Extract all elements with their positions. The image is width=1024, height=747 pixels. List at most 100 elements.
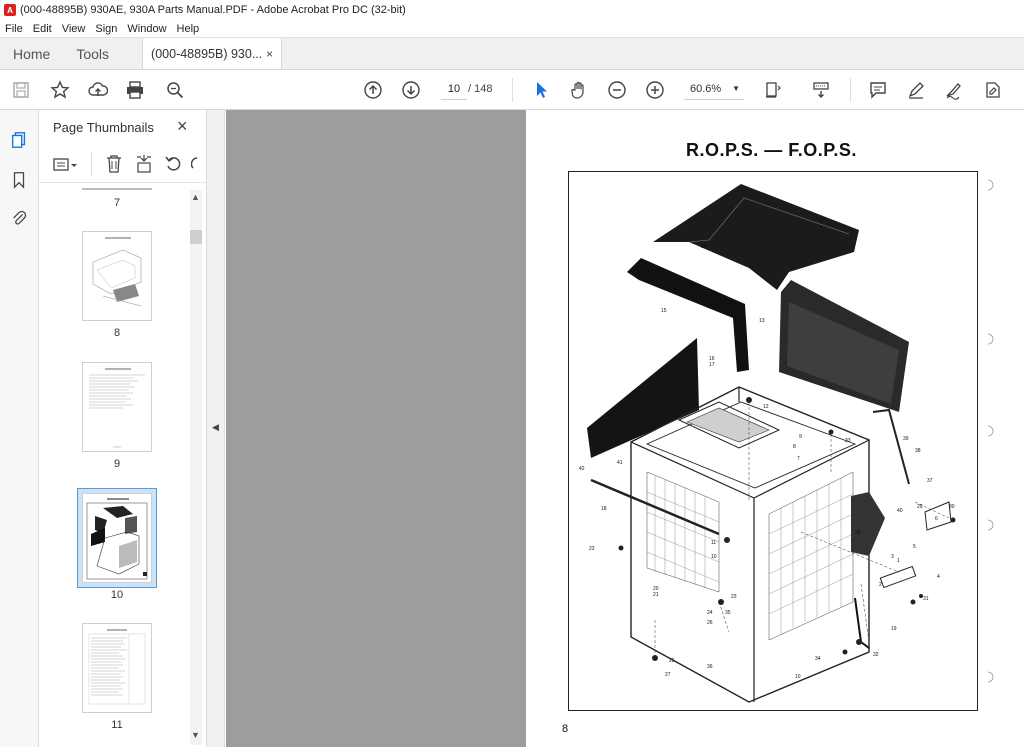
page-fit-icon[interactable] — [762, 79, 784, 101]
thumbnail-page-9[interactable] — [82, 362, 152, 452]
thumbnail-page-8[interactable] — [82, 231, 152, 321]
tab-home[interactable]: Home — [0, 38, 63, 69]
tab-bar: Home Tools (000-48895B) 930... × — [0, 38, 1024, 70]
acrobat-app-icon: A — [4, 4, 16, 16]
page-thumbnails-icon[interactable] — [9, 130, 29, 150]
thumbnail-page-7[interactable] — [82, 188, 152, 190]
callout-label: 8 — [793, 444, 796, 450]
thumbnail-page-10[interactable] — [82, 493, 152, 583]
menu-file[interactable]: File — [5, 23, 23, 35]
thumbnail-options-icon[interactable] — [53, 156, 79, 174]
callout-label: 30 — [949, 504, 955, 510]
callout-label: 7 — [797, 456, 800, 462]
previous-page-icon[interactable] — [362, 79, 384, 101]
scroll-mode-icon[interactable] — [810, 79, 832, 101]
tab-document[interactable]: (000-48895B) 930... × — [142, 38, 283, 69]
highlight-pen-icon[interactable] — [905, 79, 927, 101]
panel-divider — [39, 182, 207, 183]
callout-label: 42 — [579, 466, 585, 472]
callout-label: 12 — [763, 404, 769, 410]
menu-view[interactable]: View — [62, 23, 86, 35]
comment-icon[interactable] — [867, 79, 889, 101]
callout-label: 34 — [815, 656, 821, 662]
zoom-search-icon[interactable] — [164, 79, 186, 101]
sign-icon[interactable] — [943, 79, 965, 101]
rotate-counterclockwise-icon[interactable] — [165, 154, 183, 174]
print-icon[interactable] — [124, 79, 146, 101]
callout-label: 4 — [937, 574, 940, 580]
next-page-icon[interactable] — [400, 79, 422, 101]
thumbnail-page-11[interactable] — [82, 623, 152, 713]
toolbar-divider — [850, 78, 851, 102]
attachment-icon[interactable] — [9, 208, 29, 228]
callout-label: 13 — [759, 318, 765, 324]
rotate-clockwise-icon[interactable] — [191, 154, 199, 174]
callout-label: 39 — [903, 436, 909, 442]
callout-label: 11 — [711, 540, 716, 546]
menu-sign[interactable]: Sign — [95, 23, 117, 35]
callout-label: 33 — [845, 438, 851, 444]
thumbnail-toolbar — [49, 150, 199, 180]
hand-tool-icon[interactable] — [568, 79, 590, 101]
callout-label: 3 — [891, 554, 894, 560]
page-thumbnails-panel: Page Thumbnails × 7 8 9 10 11 ▲ ▼ — [39, 110, 207, 747]
menu-bar: File Edit View Sign Window Help — [0, 20, 1024, 38]
callout-label: 23 — [731, 594, 737, 600]
select-cursor-icon[interactable] — [530, 79, 552, 101]
callout-label: 38 — [915, 448, 921, 454]
menu-edit[interactable]: Edit — [33, 23, 52, 35]
callout-label: 32 — [873, 652, 879, 658]
callout-label: 15 — [661, 308, 667, 314]
bookmark-icon[interactable] — [9, 170, 29, 190]
callout-label: 14 — [701, 244, 707, 250]
tab-tools[interactable]: Tools — [63, 38, 122, 69]
menu-help[interactable]: Help — [177, 23, 200, 35]
scrollbar-track[interactable] — [190, 190, 202, 745]
star-bookmark-icon[interactable] — [49, 79, 71, 101]
callout-label: 40 — [897, 508, 903, 514]
delete-page-icon[interactable] — [105, 154, 123, 174]
callout-label: 19 — [891, 626, 897, 632]
zoom-out-icon[interactable] — [606, 79, 628, 101]
callout-label: 6 — [935, 516, 938, 522]
callout-label: 29 — [917, 504, 923, 510]
callout-label: 18 — [601, 506, 607, 512]
toolbar-divider — [512, 78, 513, 102]
main-toolbar: 10 / 148 60.6% ▼ — [0, 70, 1024, 110]
window-title: (000-48895B) 930AE, 930A Parts Manual.PD… — [20, 4, 406, 16]
callout-label: 35 — [725, 610, 731, 616]
page-number-input[interactable]: 10 — [441, 78, 467, 100]
save-icon[interactable] — [10, 79, 32, 101]
panel-title: Page Thumbnails — [53, 120, 154, 135]
callout-label: 41 — [617, 460, 623, 466]
thumbnail-label: 7 — [113, 197, 121, 209]
callout-label: 17 — [709, 362, 715, 368]
tab-close-icon[interactable]: × — [266, 47, 273, 61]
document-canvas[interactable]: R.O.P.S. — F.O.P.S. 14 15 13 16 17 12 9 … — [226, 110, 1024, 747]
callout-label: 26 — [707, 620, 713, 626]
insert-page-icon[interactable] — [135, 154, 153, 174]
cloud-upload-icon[interactable] — [87, 79, 109, 101]
zoom-in-icon[interactable] — [644, 79, 666, 101]
close-panel-icon[interactable]: × — [177, 116, 188, 137]
callout-label: 9 — [799, 434, 802, 440]
menu-window[interactable]: Window — [127, 23, 166, 35]
callout-label: 37 — [927, 478, 933, 484]
thumbnail-label: 10 — [110, 589, 124, 601]
pdf-page: R.O.P.S. — F.O.P.S. 14 15 13 16 17 12 9 … — [526, 110, 1024, 747]
zoom-level-dropdown[interactable]: 60.6% ▼ — [684, 78, 744, 100]
diagram-frame: 14 15 13 16 17 12 9 8 7 33 39 38 37 42 4… — [568, 171, 978, 711]
more-tools-icon[interactable] — [982, 79, 1004, 101]
window-title-bar: A (000-48895B) 930AE, 930A Parts Manual.… — [0, 0, 1024, 20]
thumbnail-label: 8 — [113, 327, 121, 339]
scroll-down-icon[interactable]: ▼ — [191, 730, 200, 740]
callout-label: 28 — [855, 530, 861, 536]
callout-label: 10 — [795, 674, 801, 680]
callout-label: 22 — [589, 546, 595, 552]
panel-collapse-handle[interactable]: ◀ — [207, 110, 225, 747]
scrollbar-thumb[interactable] — [190, 230, 202, 244]
toolbar-divider — [91, 152, 92, 176]
callout-label: 10 — [711, 554, 717, 560]
scroll-up-icon[interactable]: ▲ — [191, 192, 200, 202]
thumbnails-scrollbar[interactable]: ▲ ▼ — [190, 190, 204, 745]
